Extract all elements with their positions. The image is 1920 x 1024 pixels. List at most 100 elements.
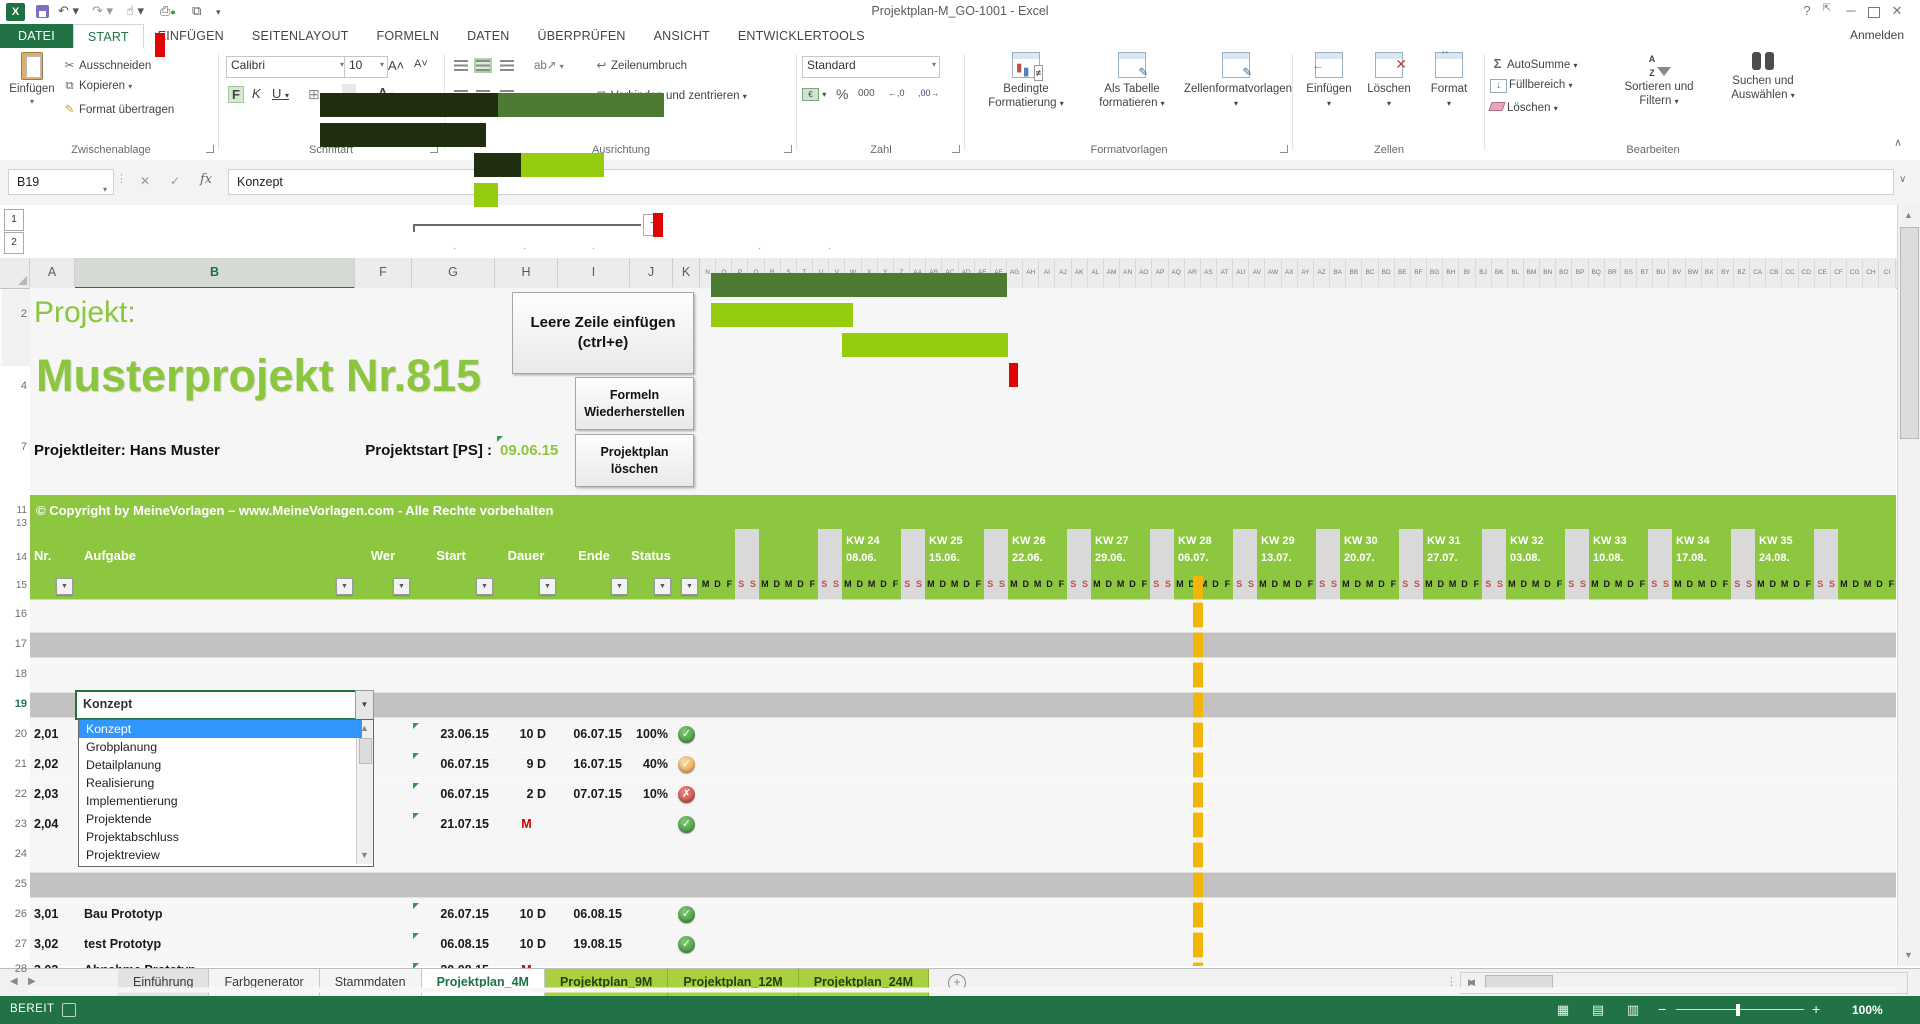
column-header-ca[interactable]: CA: [1750, 258, 1766, 287]
tab-scrollbar-divider[interactable]: ⋮: [1446, 975, 1457, 988]
restore-button[interactable]: [1868, 7, 1880, 18]
zoom-out-button[interactable]: −: [1658, 1001, 1666, 1017]
scroll-up-icon[interactable]: ▲: [1900, 207, 1917, 224]
column-header-bs[interactable]: BS: [1621, 258, 1637, 287]
collapse-ribbon-button[interactable]: ∧: [1894, 136, 1902, 149]
conditional-formatting-button[interactable]: ▮▮≠ BedingteFormatierung ▾: [974, 52, 1078, 111]
column-header-bn[interactable]: BN: [1540, 258, 1556, 287]
column-header-cc[interactable]: CC: [1782, 258, 1798, 287]
insert-cells-button[interactable]: ← Einfügen▾: [1300, 52, 1358, 111]
column-header-ar[interactable]: AR: [1185, 258, 1201, 287]
minimize-button[interactable]: ─: [1842, 3, 1860, 18]
insert-function-icon[interactable]: fx: [200, 172, 212, 187]
dropdown-item-implementierung[interactable]: Implementierung: [79, 792, 362, 810]
macro-record-icon[interactable]: [62, 1003, 76, 1017]
filter-button-7[interactable]: ▼: [681, 578, 698, 595]
font-size-select[interactable]: 10▾: [344, 56, 388, 78]
cell-task-27[interactable]: test Prototyp: [84, 937, 161, 951]
row-number-27[interactable]: 27: [0, 938, 27, 950]
row-number-11[interactable]: 11: [0, 505, 27, 516]
cell-nr-27[interactable]: 3,02: [34, 937, 58, 951]
column-header-bz[interactable]: BZ: [1734, 258, 1750, 287]
undo-icon[interactable]: ↶ ▾: [58, 3, 79, 19]
cell-nr-20[interactable]: 2,01: [34, 727, 58, 741]
outline-level-2-button[interactable]: 2: [4, 232, 24, 254]
scroll-down-icon[interactable]: ▼: [1900, 947, 1917, 964]
column-header-am[interactable]: AM: [1104, 258, 1120, 287]
row-number-23[interactable]: 23: [0, 818, 27, 830]
copy-button[interactable]: ⧉Kopieren ▾: [62, 80, 132, 93]
confirm-entry-icon[interactable]: ✓: [170, 174, 180, 188]
cell-status-pct-21[interactable]: 40%: [630, 757, 668, 771]
zoom-slider-track[interactable]: [1676, 1009, 1804, 1010]
format-cells-button[interactable]: ↔ Format▾: [1420, 52, 1478, 111]
column-header-a[interactable]: A: [30, 258, 75, 287]
align-bottom-icon[interactable]: [500, 60, 514, 71]
column-header-f[interactable]: F: [355, 258, 412, 287]
ribbon-tab-formeln[interactable]: FORMELN: [363, 24, 454, 48]
clear-plan-button[interactable]: Projektplanlöschen: [575, 434, 694, 487]
wrap-text-button[interactable]: ↩Zeilenumbruch: [594, 58, 687, 72]
zoom-in-button[interactable]: +: [1812, 1001, 1820, 1017]
column-header-bj[interactable]: BJ: [1476, 258, 1492, 287]
active-cell-b19[interactable]: Konzept: [75, 690, 357, 720]
column-header-ce[interactable]: CE: [1815, 258, 1831, 287]
ribbon-tab-seitenlayout[interactable]: SEITENLAYOUT: [238, 24, 363, 48]
cell-dauer-21[interactable]: 9 D: [495, 757, 546, 771]
cell-start-20[interactable]: 23.06.15: [412, 727, 489, 741]
touch-mode-icon[interactable]: ☝ ▾: [126, 3, 144, 19]
column-header-bw[interactable]: BW: [1686, 258, 1702, 287]
grow-font-button[interactable]: A˄: [388, 58, 404, 73]
column-header-ay[interactable]: AY: [1298, 258, 1314, 287]
ribbon-tab-entwicklertools[interactable]: ENTWICKLERTOOLS: [724, 24, 879, 48]
column-header-be[interactable]: BE: [1395, 258, 1411, 287]
cancel-entry-icon[interactable]: ✕: [140, 174, 150, 188]
column-header-ci[interactable]: CI: [1879, 258, 1895, 287]
column-header-az[interactable]: AZ: [1314, 258, 1330, 287]
delete-cells-button[interactable]: ✕ Löschen▾: [1360, 52, 1418, 111]
row-number-16[interactable]: 16: [0, 608, 27, 620]
column-header-as[interactable]: AS: [1201, 258, 1217, 287]
column-header-by[interactable]: BY: [1718, 258, 1734, 287]
cell-nr-21[interactable]: 2,02: [34, 757, 58, 771]
cell-start-21[interactable]: 06.07.15: [412, 757, 489, 771]
column-header-ao[interactable]: AO: [1136, 258, 1152, 287]
outline-level-1-button[interactable]: 1: [4, 209, 24, 231]
percent-style-button[interactable]: %: [836, 86, 848, 102]
row-number-15[interactable]: 15: [0, 580, 27, 591]
column-header-at[interactable]: AT: [1217, 258, 1233, 287]
vertical-scroll-thumb[interactable]: [1900, 227, 1919, 439]
column-header-bu[interactable]: BU: [1653, 258, 1669, 287]
dropdown-item-konzept[interactable]: Konzept: [79, 720, 362, 738]
orientation-button[interactable]: ab↗ ▾: [534, 58, 564, 72]
quick-print-icon[interactable]: ⎙●: [160, 3, 176, 19]
column-header-aw[interactable]: AW: [1265, 258, 1281, 287]
column-header-bc[interactable]: BC: [1362, 258, 1378, 287]
decrease-decimal-button[interactable]: ,00→: [918, 88, 940, 98]
column-header-an[interactable]: AN: [1120, 258, 1136, 287]
restore-formulas-button[interactable]: FormelnWiederherstellen: [575, 377, 694, 430]
ribbon-tab-ansicht[interactable]: ANSICHT: [640, 24, 724, 48]
dropdown-item-projektreview[interactable]: Projektreview: [79, 846, 362, 864]
find-select-button[interactable]: Suchen undAuswählen ▾: [1714, 52, 1812, 103]
dropdown-item-detailplanung[interactable]: Detailplanung: [79, 756, 362, 774]
cell-ende-26[interactable]: 06.08.15: [558, 907, 622, 921]
cell-dropdown-arrow[interactable]: ▼: [355, 690, 374, 720]
row-number-13[interactable]: 13: [0, 518, 27, 529]
underline-button[interactable]: U ▾: [272, 86, 289, 101]
ribbon-tab-datei[interactable]: DATEI: [0, 24, 73, 48]
fill-button[interactable]: ↓Füllbereich ▾: [1490, 79, 1572, 93]
cut-button[interactable]: ✂Ausschneiden: [62, 58, 151, 72]
column-header-cd[interactable]: CD: [1799, 258, 1815, 287]
column-header-bm[interactable]: BM: [1524, 258, 1540, 287]
cell-dauer-27[interactable]: 10 D: [495, 937, 546, 951]
shrink-font-button[interactable]: A˅: [414, 58, 428, 70]
cell-dauer-22[interactable]: 2 D: [495, 787, 546, 801]
format-painter-button[interactable]: ✎Format übertragen: [62, 102, 174, 116]
cell-status-pct-20[interactable]: 100%: [630, 727, 668, 741]
column-header-bf[interactable]: BF: [1411, 258, 1427, 287]
column-header-au[interactable]: AU: [1233, 258, 1249, 287]
clipboard-dialog-launcher[interactable]: [206, 145, 214, 153]
row-number-20[interactable]: 20: [0, 728, 27, 740]
cell-ende-27[interactable]: 19.08.15: [558, 937, 622, 951]
